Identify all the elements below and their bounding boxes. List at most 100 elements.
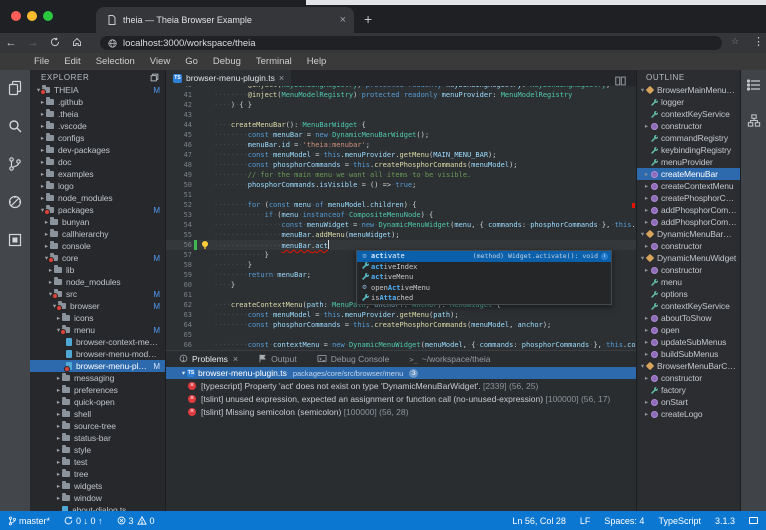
outline-item[interactable]: ▾BrowserMainMenuFactory bbox=[637, 84, 740, 96]
problem-item[interactable]: ×[tslint] unused expression, expected an… bbox=[166, 392, 636, 405]
tree-item[interactable]: ▸node_modules bbox=[30, 192, 165, 204]
debug-icon[interactable] bbox=[7, 194, 23, 210]
minimize-window-button[interactable] bbox=[27, 11, 37, 21]
completion-item[interactable]: activeMenu bbox=[357, 272, 611, 283]
menu-edit[interactable]: Edit bbox=[64, 56, 80, 67]
outline-item[interactable]: logger bbox=[637, 96, 740, 108]
menu-go[interactable]: Go bbox=[185, 56, 198, 67]
indentation-indicator[interactable]: Spaces: 4 bbox=[604, 516, 644, 526]
outline-item[interactable]: ▾DynamicMenuBarWidget bbox=[637, 228, 740, 240]
code-line-49[interactable]: 49········//·for·the·main·menu·we·want·a… bbox=[166, 170, 636, 180]
code-line-43[interactable]: 43 bbox=[166, 110, 636, 120]
code-line-50[interactable]: 50········phosphorCommands.isVisible·=·(… bbox=[166, 180, 636, 190]
outline-item[interactable]: ▾BrowserMenuBarContribution bbox=[637, 360, 740, 372]
code-line-56[interactable]: 56················menuBar.act bbox=[166, 240, 636, 250]
code-line-48[interactable]: 48········const·phosphorCommands·=·this.… bbox=[166, 160, 636, 170]
outline-item[interactable]: ▸constructor bbox=[637, 264, 740, 276]
menu-help[interactable]: Help bbox=[307, 56, 327, 67]
outline-item[interactable]: ▸constructor bbox=[637, 372, 740, 384]
address-bar[interactable]: localhost:3000/workspace/theia bbox=[100, 36, 722, 50]
tree-item[interactable]: ▸test bbox=[30, 456, 165, 468]
feedback-icon[interactable] bbox=[749, 517, 758, 524]
browser-menu-icon[interactable]: ⋮ bbox=[753, 35, 764, 48]
info-icon[interactable]: i bbox=[601, 253, 608, 260]
tree-item[interactable]: ▸configs bbox=[30, 132, 165, 144]
outline-item[interactable]: menu bbox=[637, 276, 740, 288]
tree-item[interactable]: ▸examples bbox=[30, 168, 165, 180]
outline-item[interactable]: ▸createContextMenu bbox=[637, 180, 740, 192]
reload-icon[interactable] bbox=[44, 37, 66, 50]
tree-item[interactable]: ▸widgets bbox=[30, 480, 165, 492]
code-line-54[interactable]: 54················const·menuWidget·=·new… bbox=[166, 220, 636, 230]
tree-item[interactable]: browser-context-menu-renderer.ts bbox=[30, 336, 165, 348]
tree-item[interactable]: ▾srcM bbox=[30, 288, 165, 300]
code-line-46[interactable]: 46········menuBar.id·=·'theia:menubar'; bbox=[166, 140, 636, 150]
panel-tab-output[interactable]: Output bbox=[258, 354, 297, 365]
menu-file[interactable]: File bbox=[34, 56, 49, 67]
tree-item[interactable]: ▸doc bbox=[30, 156, 165, 168]
outline-item[interactable]: commandRegistry bbox=[637, 132, 740, 144]
outline-item[interactable]: factory bbox=[637, 384, 740, 396]
tree-item[interactable]: ▸source-tree bbox=[30, 420, 165, 432]
files-icon[interactable] bbox=[7, 80, 23, 96]
tree-item[interactable]: ▸logo bbox=[30, 180, 165, 192]
outline-item[interactable]: ▾DynamicMenuWidget bbox=[637, 252, 740, 264]
tree-item[interactable]: ▾packagesM bbox=[30, 204, 165, 216]
panel-tab-debug-console[interactable]: Debug Console bbox=[317, 354, 390, 365]
tree-item[interactable]: ▸style bbox=[30, 444, 165, 456]
plugins-icon[interactable] bbox=[7, 232, 23, 248]
back-icon[interactable]: ← bbox=[0, 37, 22, 49]
completion-item[interactable]: ⚙openActiveMenu bbox=[357, 283, 611, 294]
code-editor[interactable]: 40········@inject(KeybindingRegistry)·pr… bbox=[166, 86, 636, 350]
completion-item[interactable]: activeIndex bbox=[357, 262, 611, 273]
tree-item[interactable]: ▸.theia bbox=[30, 108, 165, 120]
tree-item[interactable]: ▸shell bbox=[30, 408, 165, 420]
code-line-53[interactable]: 53············if·(menu·instanceof·Compos… bbox=[166, 210, 636, 220]
tree-item[interactable]: ▸node_modules bbox=[30, 276, 165, 288]
problems-indicator[interactable]: 3 0 bbox=[117, 516, 155, 526]
outline-item[interactable]: keybindingRegistry bbox=[637, 144, 740, 156]
outline-view-icon[interactable] bbox=[747, 78, 761, 96]
outline-item[interactable]: ▸buildSubMenus bbox=[637, 348, 740, 360]
new-tab-button[interactable]: + bbox=[364, 9, 372, 29]
outline-item[interactable]: ▸addPhosphorCommands bbox=[637, 204, 740, 216]
tree-item[interactable]: ▾THEIAM bbox=[30, 84, 165, 96]
outline-item[interactable]: menuProvider bbox=[637, 156, 740, 168]
outline-item[interactable]: ▸updateSubMenus bbox=[637, 336, 740, 348]
menu-view[interactable]: View bbox=[150, 56, 170, 67]
source-control-icon[interactable] bbox=[7, 156, 23, 172]
code-line-45[interactable]: 45········const·menuBar·=·new·DynamicMen… bbox=[166, 130, 636, 140]
tree-item[interactable]: about-dialog.ts bbox=[30, 504, 165, 511]
menu-selection[interactable]: Selection bbox=[96, 56, 135, 67]
tree-item[interactable]: ▸callhierarchy bbox=[30, 228, 165, 240]
typescript-version[interactable]: 3.1.3 bbox=[715, 516, 735, 526]
completion-item[interactable]: ⚙activate(method) Widget.activate(): voi… bbox=[357, 251, 611, 262]
panel-tab--workspace-theia[interactable]: >_~/workspace/theia bbox=[409, 354, 490, 364]
search-icon[interactable] bbox=[7, 118, 23, 134]
outline-item[interactable]: ▸createPhosphorCommands bbox=[637, 192, 740, 204]
outline-item[interactable]: options bbox=[637, 288, 740, 300]
maximize-window-button[interactable] bbox=[43, 11, 53, 21]
outline-item[interactable]: ▸constructor bbox=[637, 120, 740, 132]
tree-item[interactable]: ▸.vscode bbox=[30, 120, 165, 132]
language-indicator[interactable]: TypeScript bbox=[658, 516, 701, 526]
forward-icon[interactable]: → bbox=[22, 37, 44, 49]
panel-tab-close-icon[interactable]: × bbox=[233, 354, 238, 364]
editor-tab[interactable]: TS browser-menu-plugin.ts × bbox=[166, 70, 291, 86]
outline-item[interactable]: ▸addPhosphorCommand bbox=[637, 216, 740, 228]
tree-item[interactable]: ▸window bbox=[30, 492, 165, 504]
git-sync-indicator[interactable]: 0 ↓ 0 ↑ bbox=[64, 516, 103, 526]
code-line-65[interactable]: 65 bbox=[166, 330, 636, 340]
problem-item[interactable]: ×[tslint] Missing semicolon (semicolon) … bbox=[166, 405, 636, 418]
tree-item[interactable]: ▸lib bbox=[30, 264, 165, 276]
outline-item[interactable]: ▸createMenuBar bbox=[637, 168, 740, 180]
code-line-41[interactable]: 41········@inject(MenuModelRegistry)·pro… bbox=[166, 90, 636, 100]
hierarchy-icon[interactable] bbox=[747, 114, 761, 132]
code-line-47[interactable]: 47········const·menuModel·=·this.menuPro… bbox=[166, 150, 636, 160]
cursor-position[interactable]: Ln 56, Col 28 bbox=[512, 516, 566, 526]
tree-item[interactable]: ▸bunyan bbox=[30, 216, 165, 228]
code-line-55[interactable]: 55················menuBar.addMenu(menuWi… bbox=[166, 230, 636, 240]
tree-item[interactable]: browser-menu-plugin.tsM bbox=[30, 360, 165, 372]
tree-item[interactable]: ▾coreM bbox=[30, 252, 165, 264]
outline-item[interactable]: ▸createLogo bbox=[637, 408, 740, 420]
